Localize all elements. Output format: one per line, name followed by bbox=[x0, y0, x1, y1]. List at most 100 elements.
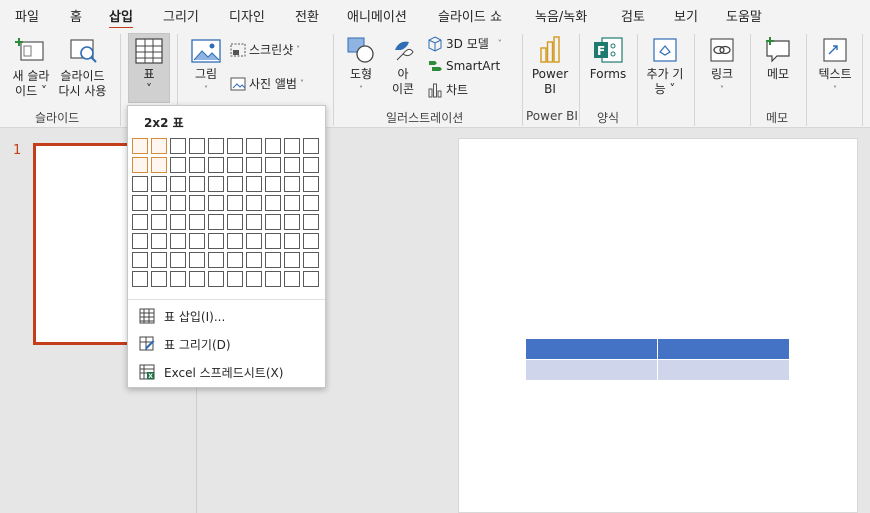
table-size-cell[interactable] bbox=[189, 252, 205, 268]
tab-home[interactable]: 홈 bbox=[70, 6, 82, 25]
table-size-cell[interactable] bbox=[265, 252, 281, 268]
table-size-cell[interactable] bbox=[246, 195, 262, 211]
screenshot-button[interactable]: 스크린샷 ˅ bbox=[230, 41, 300, 58]
table-size-cell[interactable] bbox=[227, 252, 243, 268]
tab-insert[interactable]: 삽입 bbox=[109, 6, 133, 30]
powerbi-button[interactable]: Power BI bbox=[530, 36, 570, 97]
table-size-cell[interactable] bbox=[170, 233, 186, 249]
table-size-cell[interactable] bbox=[208, 176, 224, 192]
table-size-cell[interactable] bbox=[246, 138, 262, 154]
tab-review[interactable]: 검토 bbox=[621, 6, 645, 25]
table-size-cell[interactable] bbox=[265, 176, 281, 192]
forms-button[interactable]: F Forms bbox=[587, 36, 629, 82]
tab-help[interactable]: 도움말 bbox=[726, 6, 762, 25]
slide-canvas[interactable] bbox=[458, 138, 858, 513]
table-size-cell[interactable] bbox=[189, 271, 205, 287]
table-size-cell[interactable] bbox=[208, 214, 224, 230]
table-size-cell[interactable] bbox=[189, 214, 205, 230]
table-size-cell[interactable] bbox=[227, 195, 243, 211]
table-size-cell[interactable] bbox=[170, 176, 186, 192]
table-size-cell[interactable] bbox=[151, 271, 167, 287]
draw-table-menu-item[interactable]: 표 그리기(D) bbox=[138, 333, 231, 355]
table-size-cell[interactable] bbox=[189, 138, 205, 154]
table-size-cell[interactable] bbox=[170, 252, 186, 268]
table-size-cell[interactable] bbox=[246, 157, 262, 173]
reuse-slides-button[interactable]: 슬라이드 다시 사용 bbox=[55, 36, 110, 99]
table-size-cell[interactable] bbox=[227, 157, 243, 173]
table-size-cell[interactable] bbox=[189, 176, 205, 192]
table-size-cell[interactable] bbox=[132, 214, 148, 230]
tab-recording[interactable]: 녹음/녹화 bbox=[535, 6, 587, 25]
table-size-cell[interactable] bbox=[246, 214, 262, 230]
table-size-cell[interactable] bbox=[246, 271, 262, 287]
table-button[interactable]: 표 ˅ bbox=[128, 38, 170, 97]
table-size-cell[interactable] bbox=[170, 157, 186, 173]
table-size-cell[interactable] bbox=[227, 233, 243, 249]
table-size-cell[interactable] bbox=[208, 157, 224, 173]
table-size-cell[interactable] bbox=[132, 138, 148, 154]
table-size-cell[interactable] bbox=[132, 195, 148, 211]
table-size-cell[interactable] bbox=[151, 214, 167, 230]
table-size-cell[interactable] bbox=[284, 195, 300, 211]
table-size-cell[interactable] bbox=[265, 195, 281, 211]
table-size-cell[interactable] bbox=[170, 195, 186, 211]
table-size-cell[interactable] bbox=[189, 195, 205, 211]
table-size-cell[interactable] bbox=[170, 214, 186, 230]
table-size-cell[interactable] bbox=[303, 195, 319, 211]
table-size-cell[interactable] bbox=[246, 252, 262, 268]
table-size-cell[interactable] bbox=[208, 271, 224, 287]
table-size-cell[interactable] bbox=[132, 157, 148, 173]
table-size-cell[interactable] bbox=[170, 138, 186, 154]
table-size-cell[interactable] bbox=[284, 176, 300, 192]
table-size-cell[interactable] bbox=[265, 233, 281, 249]
table-size-cell[interactable] bbox=[208, 233, 224, 249]
table-size-cell[interactable] bbox=[284, 138, 300, 154]
table-size-cell[interactable] bbox=[208, 252, 224, 268]
table-size-cell[interactable] bbox=[246, 233, 262, 249]
table-size-cell[interactable] bbox=[246, 176, 262, 192]
table-size-cell[interactable] bbox=[227, 138, 243, 154]
table-size-cell[interactable] bbox=[265, 214, 281, 230]
table-size-cell[interactable] bbox=[132, 176, 148, 192]
tab-view[interactable]: 보기 bbox=[674, 6, 698, 25]
link-button[interactable]: 링크 ˅ bbox=[702, 36, 742, 97]
table-size-cell[interactable] bbox=[132, 271, 148, 287]
table-size-cell[interactable] bbox=[208, 138, 224, 154]
table-size-cell[interactable] bbox=[303, 233, 319, 249]
table-size-cell[interactable] bbox=[303, 176, 319, 192]
table-size-cell[interactable] bbox=[303, 138, 319, 154]
table-size-cell[interactable] bbox=[284, 271, 300, 287]
table-size-cell[interactable] bbox=[151, 233, 167, 249]
table-size-cell[interactable] bbox=[132, 252, 148, 268]
icons-button[interactable]: 아 이콘 bbox=[386, 36, 420, 97]
table-size-cell[interactable] bbox=[265, 138, 281, 154]
insert-table-menu-item[interactable]: 표 삽입(I)... bbox=[138, 305, 225, 327]
table-size-cell[interactable] bbox=[151, 157, 167, 173]
table-size-cell[interactable] bbox=[284, 214, 300, 230]
new-slide-button[interactable]: 새 슬라 이드 ˅ bbox=[8, 36, 54, 99]
table-size-cell[interactable] bbox=[265, 271, 281, 287]
addins-button[interactable]: 추가 기 능 ˅ bbox=[643, 36, 687, 97]
table-size-cell[interactable] bbox=[151, 195, 167, 211]
table-size-cell[interactable] bbox=[151, 138, 167, 154]
tab-transitions[interactable]: 전환 bbox=[295, 6, 319, 25]
table-size-cell[interactable] bbox=[265, 157, 281, 173]
tab-design[interactable]: 디자인 bbox=[229, 6, 265, 25]
table-size-cell[interactable] bbox=[284, 233, 300, 249]
tab-file[interactable]: 파일 bbox=[15, 6, 39, 25]
chart-button[interactable]: 차트 bbox=[427, 81, 468, 98]
table-size-cell[interactable] bbox=[208, 195, 224, 211]
tab-slideshow[interactable]: 슬라이드 쇼 bbox=[438, 6, 502, 25]
photo-album-button[interactable]: 사진 앨범 ˅ bbox=[230, 75, 304, 92]
table-size-cell[interactable] bbox=[227, 214, 243, 230]
table-size-cell[interactable] bbox=[303, 157, 319, 173]
tab-animations[interactable]: 애니메이션 bbox=[347, 6, 407, 25]
table-size-cell[interactable] bbox=[151, 252, 167, 268]
table-size-cell[interactable] bbox=[151, 176, 167, 192]
table-size-cell[interactable] bbox=[303, 252, 319, 268]
table-size-cell[interactable] bbox=[303, 214, 319, 230]
pictures-button[interactable]: 그림 ˅ bbox=[187, 38, 225, 97]
table-size-cell[interactable] bbox=[303, 271, 319, 287]
shapes-button[interactable]: 도형 ˅ bbox=[343, 36, 379, 97]
tab-draw[interactable]: 그리기 bbox=[163, 6, 199, 25]
